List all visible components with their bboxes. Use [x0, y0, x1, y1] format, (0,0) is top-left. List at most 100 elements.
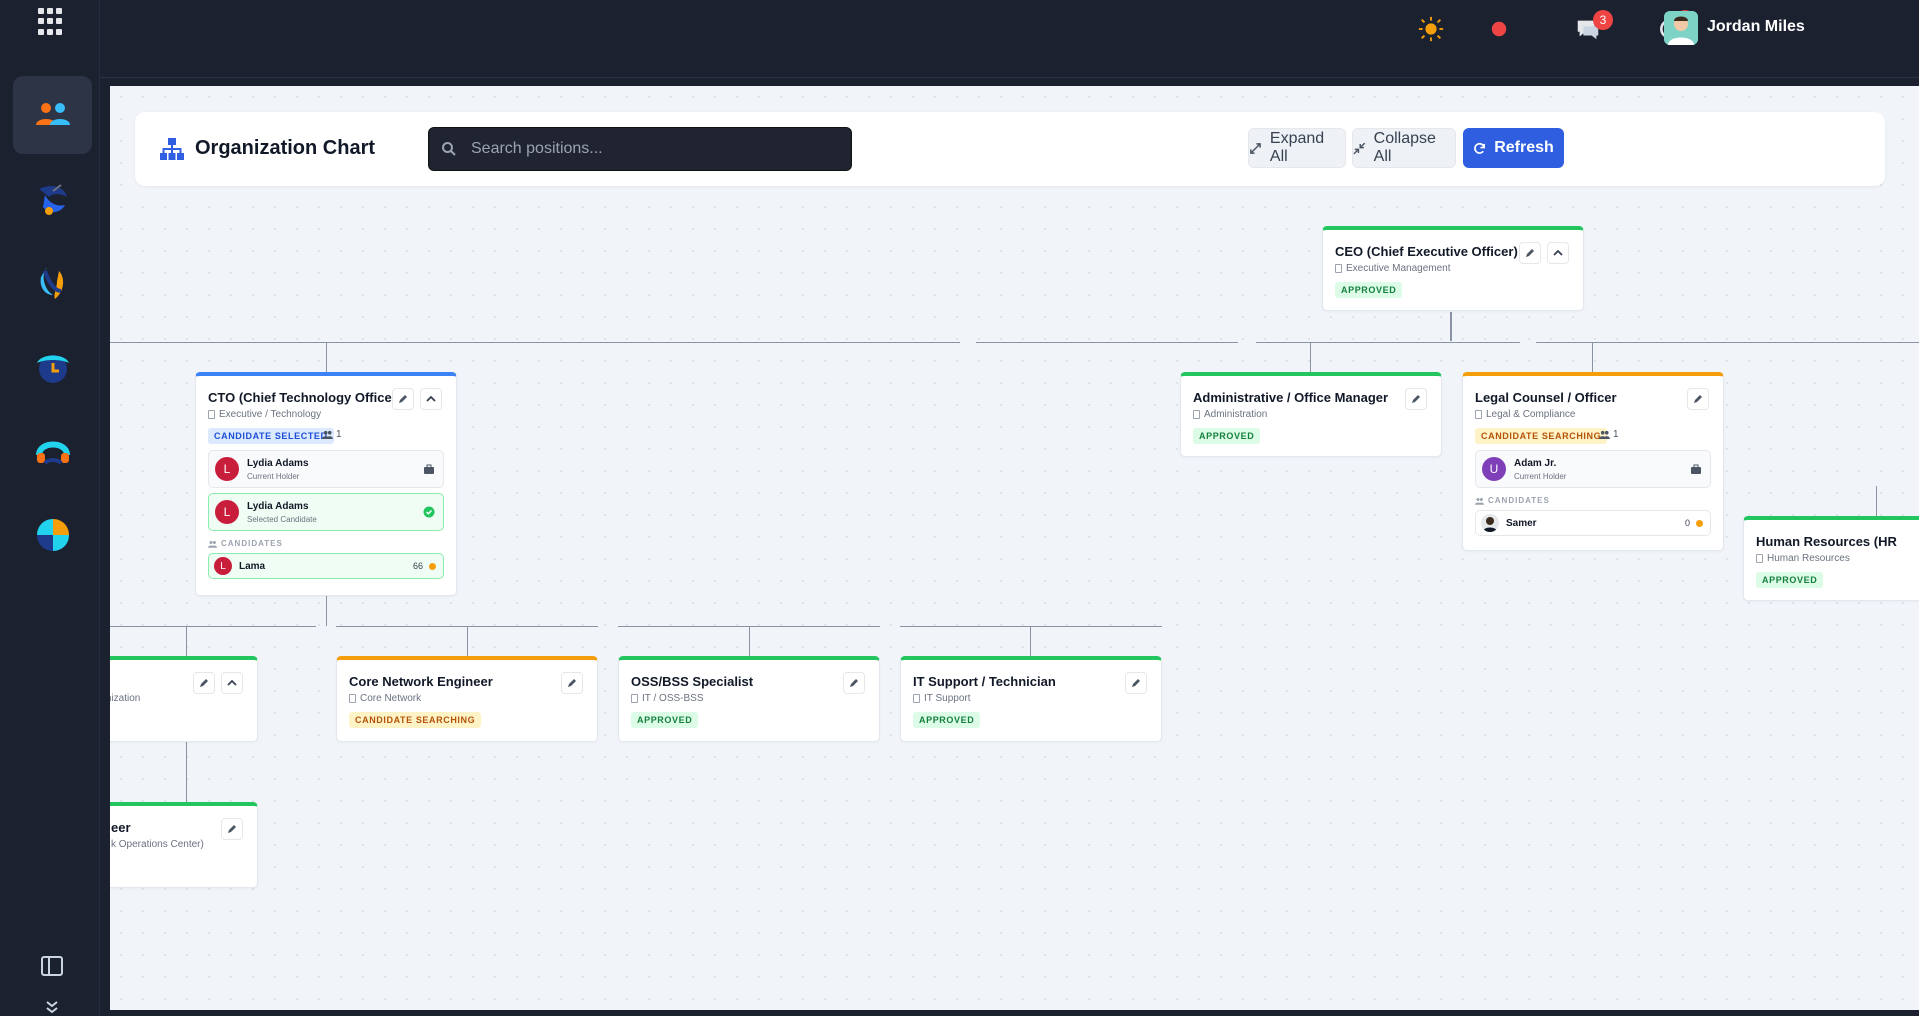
position-department: Legal & Compliance: [1475, 409, 1576, 420]
position-card-ceo[interactable]: CEO (Chief Executive Officer) Executive …: [1322, 226, 1584, 311]
search-input[interactable]: [471, 140, 831, 158]
selected-candidate[interactable]: L Lydia Adams Selected Candidate: [208, 493, 444, 531]
chat-icon[interactable]: 3: [1573, 10, 1613, 44]
collapse-node-button[interactable]: [1547, 242, 1569, 264]
building-icon: [1335, 264, 1342, 273]
candidate-name: Lama: [239, 561, 266, 572]
theme-toggle-sun-icon[interactable]: [1416, 14, 1446, 44]
candidate-score: 66: [412, 561, 423, 571]
position-department: IT Support: [913, 693, 971, 704]
position-card-oss-bss[interactable]: OSS/BSS Specialist IT / OSS-BSS APPROVED: [618, 656, 880, 742]
edit-button[interactable]: [193, 672, 215, 694]
position-card-admin[interactable]: Administrative / Office Manager Administ…: [1180, 372, 1442, 457]
position-title: Legal Counsel / Officer: [1475, 390, 1617, 405]
sidebar-item-clock[interactable]: [13, 328, 92, 406]
current-holder[interactable]: U Adam Jr. Current Holder: [1475, 450, 1711, 488]
status-dot: [1696, 520, 1703, 527]
connector-line: [186, 626, 187, 656]
expand-icon: [1250, 142, 1261, 154]
edit-button[interactable]: [561, 672, 583, 694]
position-department: g & Optimization: [110, 693, 141, 704]
org-chart-canvas[interactable]: Organization Chart Expand All Collapse A…: [110, 86, 1919, 1010]
collapse-node-button[interactable]: [420, 388, 442, 410]
sidebar-item-swirl[interactable]: [13, 244, 92, 322]
position-title: Human Resources (HR: [1756, 534, 1897, 549]
pencil-icon: [1132, 679, 1140, 687]
avatar: [1481, 514, 1499, 532]
sidebar-toggle-icon[interactable]: [40, 955, 64, 977]
current-holder[interactable]: L Lydia Adams Current Holder: [208, 450, 444, 488]
position-title: Core Network Engineer: [349, 674, 493, 689]
collapse-all-label: Collapse All: [1373, 130, 1436, 165]
chevron-up-icon: [1553, 249, 1563, 256]
expand-all-label: Expand All: [1269, 130, 1325, 165]
apps-grid-icon[interactable]: [38, 8, 66, 36]
connector-line: [467, 626, 468, 656]
building-icon: [1475, 410, 1482, 419]
connector-line: [1876, 486, 1877, 516]
position-card-core-network[interactable]: Core Network Engineer Core Network CANDI…: [336, 656, 598, 742]
holder-name: Adam Jr.: [1514, 458, 1557, 469]
swirl-icon: [40, 267, 63, 299]
org-chart-header: Organization Chart Expand All Collapse A…: [135, 112, 1885, 186]
position-card-cto[interactable]: CTO (Chief Technology Officer) Executive…: [195, 372, 457, 596]
edit-button[interactable]: [1405, 388, 1427, 410]
connector-line: [900, 626, 1162, 627]
building-icon: [349, 694, 356, 703]
expand-all-button[interactable]: Expand All: [1248, 128, 1346, 168]
sidebar-item-bird[interactable]: [13, 160, 92, 238]
users-icon: [208, 540, 217, 548]
position-card-legal[interactable]: Legal Counsel / Officer Legal & Complian…: [1462, 372, 1724, 551]
position-department: k Operations Center): [111, 839, 204, 850]
connector-line: [1592, 342, 1593, 372]
users-icon: [1599, 430, 1610, 439]
position-department: Administration: [1193, 409, 1267, 420]
edit-button[interactable]: [392, 388, 414, 410]
position-title: CEO (Chief Executive Officer): [1335, 244, 1518, 259]
building-icon: [1193, 410, 1200, 419]
sidebar-item-headset[interactable]: [13, 412, 92, 490]
candidate-item[interactable]: Samer 0: [1475, 510, 1711, 536]
position-department: Executive Management: [1335, 263, 1451, 274]
position-title: Administrative / Office Manager: [1193, 390, 1389, 405]
pencil-icon: [1412, 395, 1420, 403]
users-icon: [322, 430, 333, 439]
connector-line: [110, 342, 960, 343]
collapse-all-button[interactable]: Collapse All: [1352, 128, 1456, 168]
sidebar-item-people[interactable]: [13, 76, 92, 154]
collapse-node-button[interactable]: [221, 672, 243, 694]
candidate-item[interactable]: L Lama 66: [208, 553, 444, 579]
selected-role: Selected Candidate: [247, 515, 317, 524]
refresh-label: Refresh: [1494, 139, 1554, 156]
status-badge: APPROVED: [1193, 428, 1261, 444]
position-card-hr[interactable]: Human Resources (HR Human Resources APPR…: [1743, 516, 1919, 601]
position-department: IT / OSS-BSS: [631, 693, 704, 704]
avatar: L: [215, 457, 239, 481]
search-box[interactable]: [428, 127, 852, 171]
edit-button[interactable]: [1125, 672, 1147, 694]
pencil-icon: [1694, 395, 1702, 403]
chevron-double-down-icon[interactable]: [44, 1000, 60, 1014]
edit-button[interactable]: [1687, 388, 1709, 410]
user-avatar[interactable]: [1664, 11, 1698, 45]
position-card-it-support[interactable]: IT Support / Technician IT Support APPRO…: [900, 656, 1162, 742]
edit-button[interactable]: [1519, 242, 1541, 264]
position-department: Executive / Technology: [208, 409, 321, 420]
record-status-icon[interactable]: [1484, 14, 1514, 44]
connector-line: [1450, 312, 1452, 341]
building-icon: [1756, 554, 1763, 563]
edit-button[interactable]: [843, 672, 865, 694]
pencil-icon: [200, 679, 208, 687]
position-card-noc[interactable]: eer k Operations Center): [110, 802, 258, 888]
edit-button[interactable]: [221, 818, 243, 840]
refresh-button[interactable]: Refresh: [1463, 128, 1564, 168]
position-card-planning[interactable]: g & Optimization: [110, 656, 258, 742]
status-badge: APPROVED: [1335, 282, 1403, 298]
candidates-section-label: CANDIDATES: [1475, 496, 1550, 505]
user-name[interactable]: Jordan Miles: [1707, 18, 1805, 36]
position-department: Human Resources: [1756, 553, 1850, 564]
sidebar-item-shield[interactable]: [13, 496, 92, 574]
connector-line: [326, 596, 327, 626]
pencil-icon: [399, 395, 407, 403]
check-circle-icon: [423, 506, 435, 518]
